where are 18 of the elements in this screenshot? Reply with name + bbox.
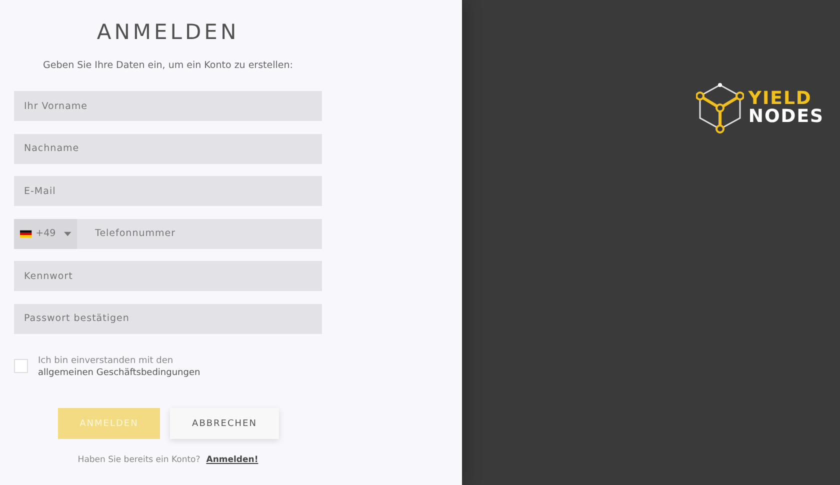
terms-link[interactable]: allgemeinen Geschäftsbedingungen: [38, 368, 200, 378]
page-title: ANMELDEN: [96, 20, 240, 44]
brand-name: NODES: [748, 108, 824, 126]
checkbox[interactable]: [14, 359, 28, 373]
footer-text: Haben Sie bereits ein Konto?: [78, 455, 200, 465]
input-field[interactable]: E-Mail: [14, 176, 322, 206]
input-field[interactable]: Kennwort: [14, 261, 322, 291]
input-field[interactable]: Passwort bestätigen: [14, 304, 322, 334]
login-link[interactable]: Anmelden!: [206, 455, 258, 465]
brand-name: YIELD: [748, 90, 812, 108]
input-field[interactable]: Nachname: [14, 134, 322, 164]
caret-icon: [64, 230, 71, 236]
cancel-button[interactable]: ABBRECHEN: [170, 408, 279, 439]
terms-text: Ich bin einverstanden mit den: [38, 356, 174, 366]
logo-icon: [696, 82, 744, 134]
flag-icon: [20, 228, 32, 238]
input-field[interactable]: Ihr Vorname: [14, 91, 322, 121]
subtitle: Geben Sie Ihre Daten ein, um ein Konto zu erstellen:: [43, 60, 293, 71]
